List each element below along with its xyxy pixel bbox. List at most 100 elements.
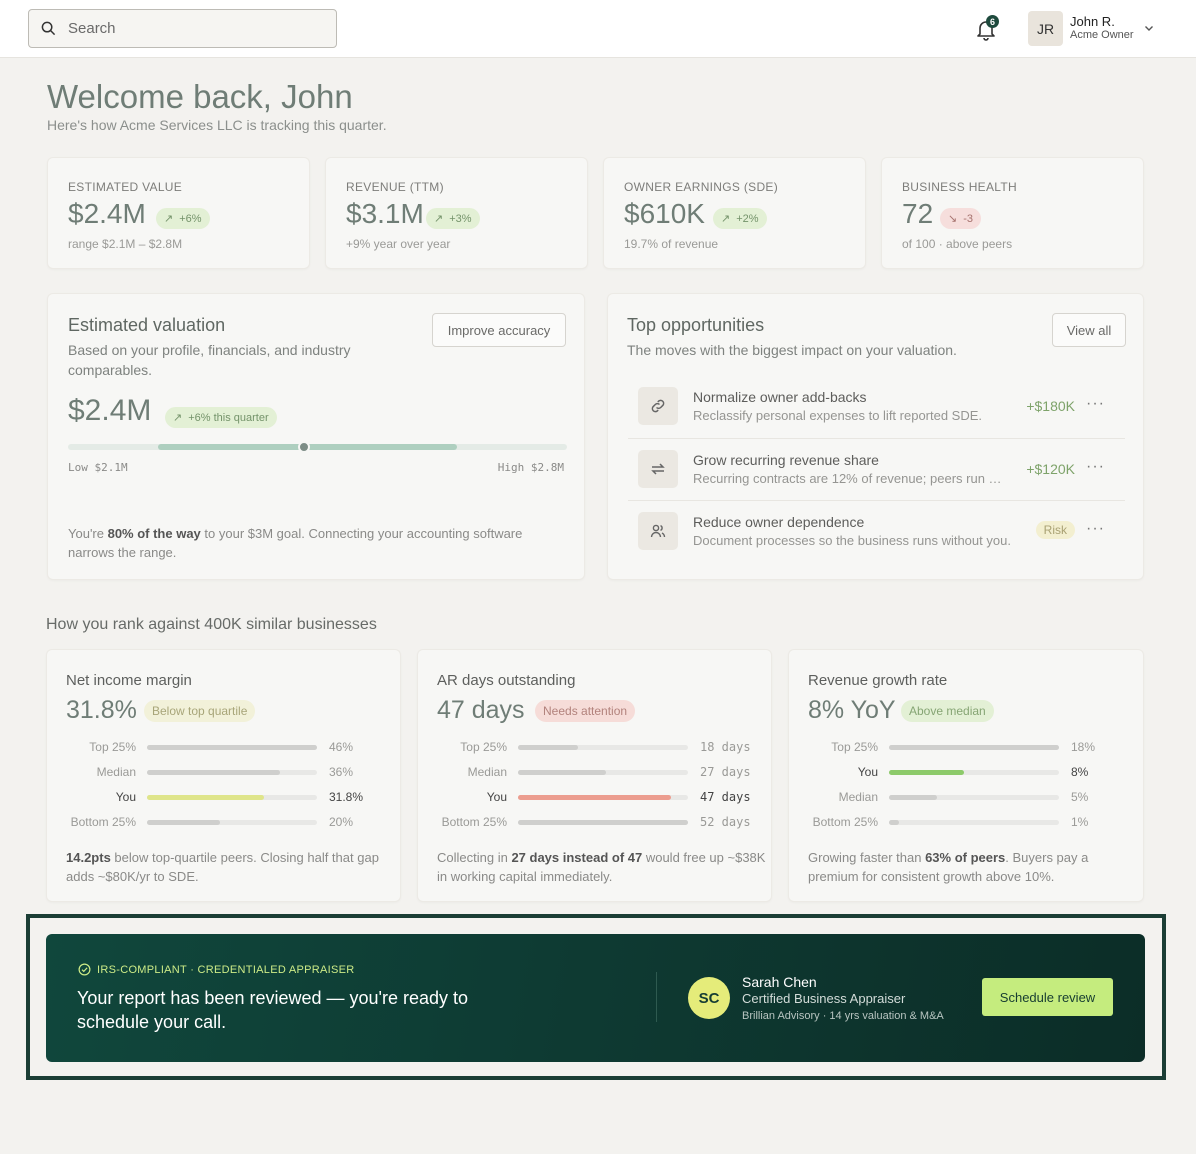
improve-accuracy-button[interactable]: Improve accuracy <box>432 313 566 347</box>
benchmark-bar <box>518 745 578 750</box>
benchmark-row-label: Bottom 25% <box>812 815 878 829</box>
benchmark-badge: Above median <box>901 700 994 722</box>
benchmark-bar <box>518 820 688 825</box>
banner-message: Your report has been reviewed — you're r… <box>77 988 468 1032</box>
benchmark-card-ar-days: AR days outstanding 47 days Needs attent… <box>417 649 772 902</box>
benchmark-row-label: Median <box>96 765 136 779</box>
schedule-review-button[interactable]: Schedule review <box>982 978 1113 1016</box>
kpi-value: 72 <box>902 198 934 229</box>
repeat-icon <box>638 450 678 488</box>
banner-tag-text: IRS-COMPLIANT · CREDENTIALED APPRAISER <box>97 963 355 976</box>
kpi-card-business-health: BUSINESS HEALTH 72 ↘ -3 of 100 · above pe… <box>881 157 1144 269</box>
arrow-up-right-icon: ↗ <box>434 213 444 225</box>
view-all-button[interactable]: View all <box>1052 313 1126 347</box>
opportunity-item[interactable]: Normalize owner add-backs Reclassify per… <box>628 376 1125 438</box>
more-options-icon[interactable]: ··· <box>1086 458 1105 476</box>
kpi-badge: ↘ -3 <box>940 208 981 229</box>
benchmark-bar <box>147 820 221 825</box>
benchmark-row-value: 36% <box>329 765 354 779</box>
benchmark-row-label: You <box>857 765 878 779</box>
benchmark-row-label: Top 25% <box>831 740 878 754</box>
valuation-range-bar <box>68 441 567 453</box>
benchmark-row-label: Bottom 25% <box>441 815 507 829</box>
benchmark-row: You 31.8% <box>47 787 402 807</box>
benchmark-row-value: 52 days <box>700 815 751 829</box>
kpi-sub: 19.7% of revenue <box>624 237 719 251</box>
chevron-down-icon[interactable] <box>1143 22 1155 34</box>
kpi-badge: ↗ +3% <box>426 208 480 229</box>
kpi-badge: ↗ +2% <box>713 208 767 229</box>
arrow-up-right-icon: ↗ <box>173 412 183 424</box>
valuation-badge: ↗ +6% this quarter <box>165 407 277 428</box>
benchmark-bar-track <box>147 745 317 750</box>
note-text: Growing faster than <box>808 850 926 865</box>
benchmark-row-label: Bottom 25% <box>70 815 136 829</box>
page-subtitle: Here's how Acme Services LLC is tracking… <box>47 117 387 133</box>
benchmark-row: Bottom 25% 1% <box>789 812 1144 832</box>
benchmark-row-value: 31.8% <box>329 790 364 804</box>
appraiser-avatar: SC <box>688 977 730 1019</box>
kpi-label: BUSINESS HEALTH <box>902 180 1017 194</box>
range-low-label: Low $2.1M <box>68 461 128 474</box>
note-text: You're <box>68 526 108 541</box>
link-icon <box>638 387 678 425</box>
kpi-label: REVENUE (TTM) <box>346 180 444 194</box>
divider <box>656 972 657 1022</box>
benchmark-row: Top 25% 18 days <box>418 737 773 757</box>
note-highlight: 63% of peers <box>925 850 1006 865</box>
benchmark-row-value: 1% <box>1071 815 1089 829</box>
kpi-sub: +9% year over year <box>346 237 451 251</box>
search-box[interactable] <box>28 9 337 48</box>
benchmark-bar <box>889 820 900 825</box>
more-options-icon[interactable]: ··· <box>1086 395 1105 413</box>
benchmark-row-label: Median <box>467 765 507 779</box>
benchmark-note: Growing faster than 63% of peers. Buyers… <box>808 848 1138 886</box>
opportunities-card: Top opportunities The moves with the big… <box>607 293 1144 580</box>
arrow-down-right-icon: ↘ <box>948 213 958 225</box>
benchmark-title: AR days outstanding <box>437 672 576 689</box>
benchmark-card-revenue-growth: Revenue growth rate 8% YoY Above median … <box>788 649 1144 902</box>
valuation-marker <box>298 441 310 453</box>
benchmark-row: You 47 days <box>418 787 773 807</box>
note-highlight: 14.2pts <box>66 850 111 865</box>
valuation-subtitle: Based on your profile, financials, and i… <box>68 342 351 378</box>
benchmark-row-value: 27 days <box>700 765 751 779</box>
kpi-card-owner-earnings: OWNER EARNINGS (SDE) $610K ↗ +2% 19.7% of… <box>603 157 866 269</box>
opportunity-impact: +$120K <box>1026 461 1075 477</box>
search-input[interactable] <box>68 20 318 37</box>
benchmark-row-value: 47 days <box>700 790 751 804</box>
opportunities-title: Top opportunities <box>627 315 765 335</box>
benchmark-bar <box>147 770 280 775</box>
benchmark-value: 8% YoY <box>808 696 896 724</box>
avatar[interactable]: JR <box>1028 11 1063 46</box>
arrow-up-right-icon: ↗ <box>721 213 731 225</box>
benchmark-bar-track <box>147 770 317 775</box>
benchmark-bar <box>147 795 265 800</box>
kpi-value: $2.4M <box>68 198 146 229</box>
benchmark-bar <box>147 745 317 750</box>
kpi-label: OWNER EARNINGS (SDE) <box>624 180 779 194</box>
benchmark-bar <box>889 795 937 800</box>
appraiser-title: Certified Business Appraiser <box>742 991 906 1006</box>
benchmark-row-label: You <box>115 790 136 804</box>
benchmark-row-label: Top 25% <box>460 740 507 754</box>
opportunity-item[interactable]: Grow recurring revenue share Recurring c… <box>628 438 1125 500</box>
page-title: Welcome back, John <box>47 78 353 115</box>
benchmark-row: Median 27 days <box>418 762 773 782</box>
benchmark-bar <box>889 745 1059 750</box>
benchmark-bar <box>518 770 607 775</box>
benchmark-title: Net income margin <box>66 672 192 689</box>
range-high-label: High $2.8M <box>497 461 564 474</box>
benchmark-bar <box>889 770 964 775</box>
more-options-icon[interactable]: ··· <box>1086 520 1105 538</box>
benchmark-badge: Below top quartile <box>144 700 256 722</box>
benchmark-row-value: 18% <box>1071 740 1096 754</box>
benchmark-row-label: You <box>486 790 507 804</box>
opportunity-item[interactable]: Reduce owner dependence Document process… <box>628 500 1125 562</box>
risk-badge: Risk <box>1035 521 1075 539</box>
opportunity-title: Reduce owner dependence <box>693 514 865 530</box>
benchmark-value: 47 days <box>437 696 525 724</box>
user-name[interactable]: John R. <box>1070 14 1115 29</box>
benchmark-row-value: 18 days <box>700 740 751 754</box>
valuation-card: Estimated valuation Based on your profil… <box>47 293 585 580</box>
